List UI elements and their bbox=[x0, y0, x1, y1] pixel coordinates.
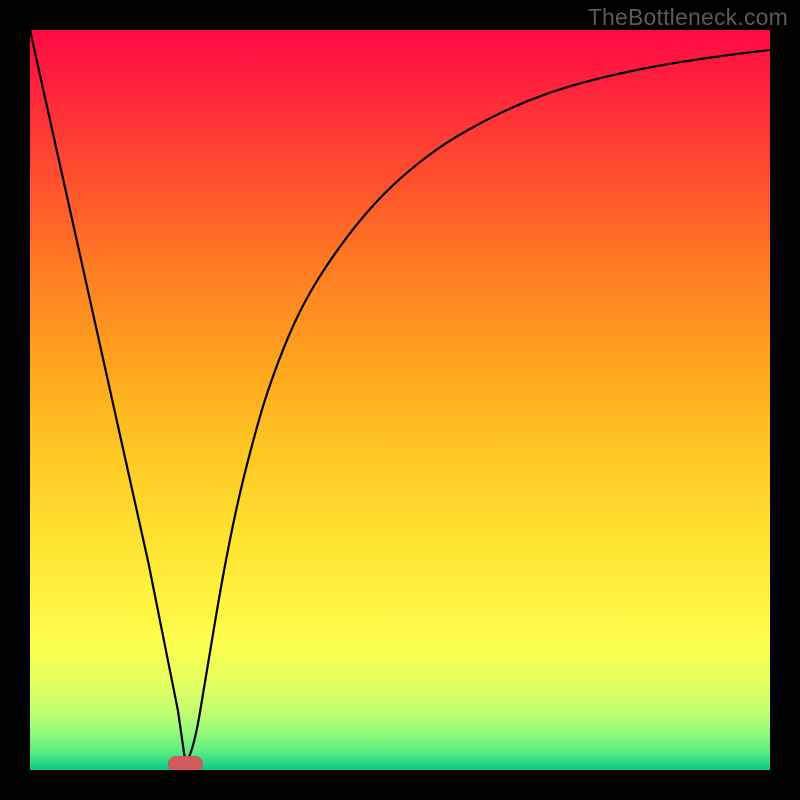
curve-left-branch bbox=[30, 30, 185, 763]
plot-area bbox=[30, 30, 770, 770]
optimum-marker bbox=[168, 756, 204, 770]
watermark-text: TheBottleneck.com bbox=[588, 4, 788, 31]
curve-right-branch bbox=[185, 50, 770, 763]
bottleneck-curve bbox=[30, 30, 770, 770]
chart-container: TheBottleneck.com bbox=[0, 0, 800, 800]
